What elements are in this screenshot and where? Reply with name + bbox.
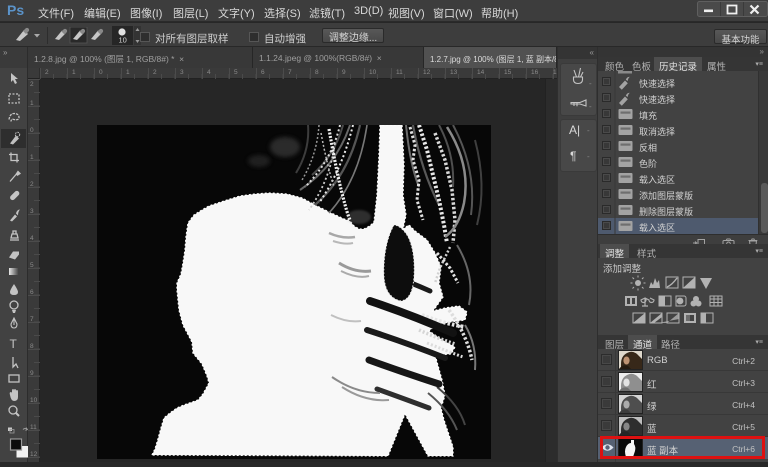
svg-text:-: - (589, 102, 592, 111)
svg-text:10: 10 (119, 36, 127, 45)
svg-text:T: T (10, 337, 18, 351)
svg-text:-: - (589, 79, 592, 88)
